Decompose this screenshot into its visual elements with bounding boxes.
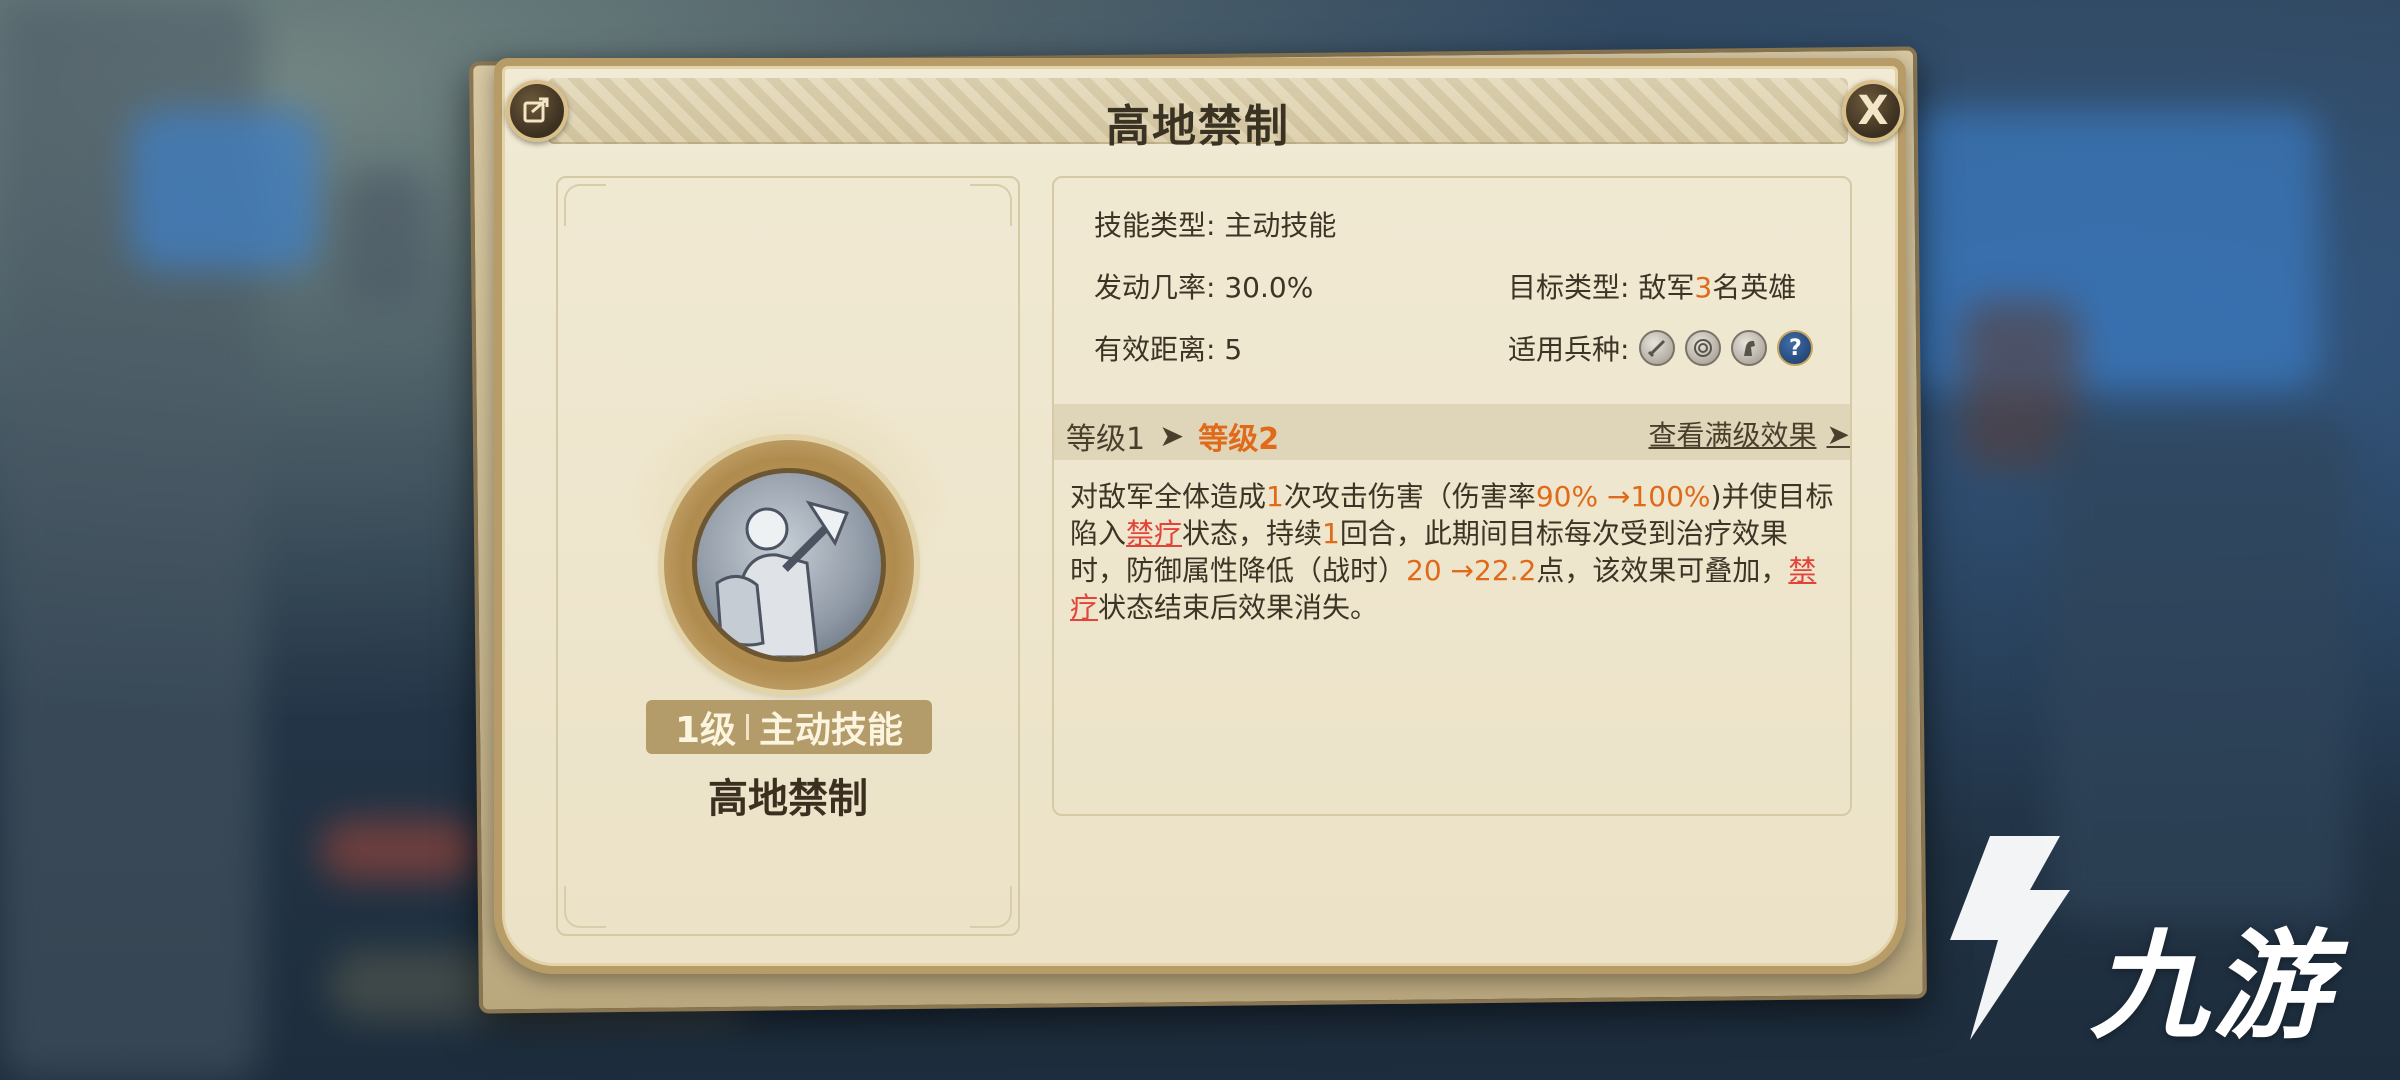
desc-text: 状态结束后效果消失。 <box>1098 591 1379 624</box>
skill-description: 对敌军全体造成1次攻击伤害（伤害率90% →100%)并使目标陷入禁疗状态，持续… <box>1070 478 1840 626</box>
corner-ornament <box>970 886 1012 928</box>
dialog-title: 高地禁制 <box>1106 101 1290 152</box>
effective-range-row: 有效距离: 5 <box>1094 328 1242 368</box>
watermark-text: 九游 <box>2090 917 2335 1055</box>
corner-ornament <box>970 184 1012 226</box>
skill-name: 高地禁制 <box>708 776 868 822</box>
skill-type-value: 主动技能 <box>1224 209 1337 242</box>
level-compare-bar: 等级1 ➤ 等级2 查看满级效果 ➤ <box>1054 404 1850 460</box>
skill-level-badge: 1级 主动技能 <box>646 700 932 754</box>
desc-text: 对敌军全体造成 <box>1070 480 1267 513</box>
badge-divider <box>746 714 750 740</box>
desc-number: 1 <box>1322 517 1340 550</box>
view-max-level-label: 查看满级效果 <box>1648 419 1817 452</box>
view-max-level-link[interactable]: 查看满级效果 ➤ <box>1649 414 1850 454</box>
trigger-rate-value: 30.0% <box>1224 271 1314 304</box>
applicable-troops-row: 适用兵种: ? <box>1508 328 1814 368</box>
skill-card: 1级 主动技能 高地禁制 <box>556 176 1020 936</box>
skill-kind: 主动技能 <box>759 710 904 751</box>
corner-ornament <box>564 184 606 226</box>
skill-emblem <box>664 440 914 690</box>
background-red-badge <box>320 820 480 880</box>
target-type-label: 目标类型: <box>1508 271 1630 304</box>
level-arrow-icon: ➤ <box>1159 418 1185 454</box>
skill-type-row: 技能类型: 主动技能 <box>1094 204 1336 244</box>
close-icon: X <box>1857 88 1889 134</box>
desc-text: 状态，持续 <box>1182 517 1323 550</box>
skill-detail-dialog: 高地禁制 X 1级 主动技能 高地禁制 技能类型: 主动技能 发动几率: 30.… <box>494 58 1906 974</box>
desc-number: 20 →22.2 <box>1406 554 1537 587</box>
bow-troop-icon[interactable] <box>1685 330 1722 366</box>
trigger-rate-row: 发动几率: 30.0% <box>1094 266 1313 306</box>
share-icon <box>522 94 552 128</box>
skill-level: 1级 <box>674 710 737 751</box>
sword-troop-icon[interactable] <box>1639 330 1676 366</box>
desc-number: 1 <box>1266 480 1284 513</box>
skill-type-label: 技能类型: <box>1094 209 1216 242</box>
desc-number: 90% →100% <box>1535 480 1711 513</box>
target-type-suffix: 名英雄 <box>1712 271 1797 304</box>
background-figure <box>340 170 430 310</box>
level-1-tab[interactable]: 等级1 <box>1066 414 1145 458</box>
skill-icon <box>692 468 886 662</box>
close-button[interactable]: X <box>1842 80 1904 142</box>
chevron-right-icon: ➤ <box>1826 417 1850 451</box>
desc-text: 次攻击伤害（伤害率 <box>1283 480 1536 513</box>
status-heal-block[interactable]: 禁疗 <box>1126 517 1182 550</box>
target-type-prefix: 敌军 <box>1638 271 1695 304</box>
level-2-tab[interactable]: 等级2 <box>1198 414 1279 458</box>
target-type-row: 目标类型: 敌军3名英雄 <box>1508 266 1796 306</box>
effective-range-label: 有效距离: <box>1094 333 1216 366</box>
applicable-troops-label: 适用兵种: <box>1508 333 1630 366</box>
skill-info-panel: 技能类型: 主动技能 发动几率: 30.0% 有效距离: 5 目标类型: 敌军3… <box>1052 176 1852 816</box>
effective-range-value: 5 <box>1224 333 1243 366</box>
cavalry-troop-icon[interactable] <box>1731 330 1768 366</box>
share-button[interactable] <box>506 80 568 142</box>
target-count: 3 <box>1694 271 1713 304</box>
jiuyou-watermark: 九游 <box>1910 830 2370 1060</box>
trigger-rate-label: 发动几率: <box>1094 271 1216 304</box>
jiuyou-logo-icon <box>1950 836 2070 1040</box>
background-blue-panel <box>130 110 320 270</box>
unknown-troop-icon[interactable]: ? <box>1777 330 1814 366</box>
dialog-titlebar: 高地禁制 <box>548 78 1848 152</box>
corner-ornament <box>564 886 606 928</box>
level-tabs: 等级1 ➤ 等级2 <box>1066 414 1279 458</box>
desc-text: 点，该效果可叠加， <box>1536 554 1789 587</box>
